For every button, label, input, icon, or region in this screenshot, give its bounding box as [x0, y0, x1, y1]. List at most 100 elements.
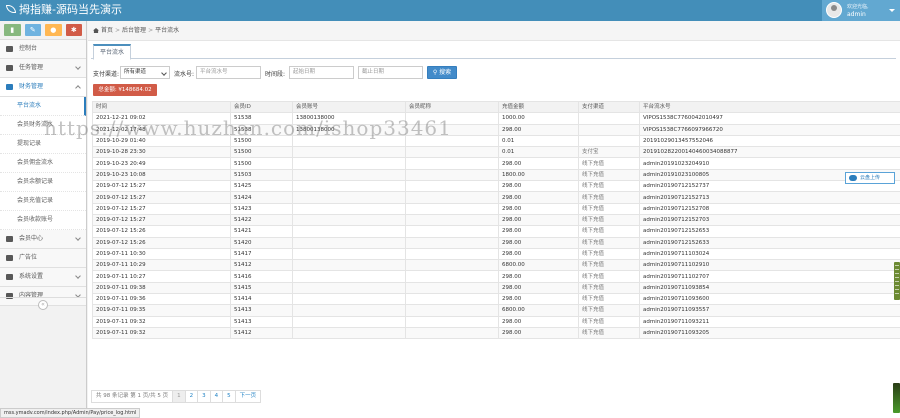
table-cell: 298.00 [498, 236, 579, 249]
table-cell: 2019-07-12 15:27 [92, 180, 231, 193]
tab-platform-flow[interactable]: 平台流水 [93, 44, 132, 60]
column-header: 会员账号 [292, 100, 406, 114]
type-label: 支付渠道: [93, 71, 120, 78]
table-cell [405, 112, 499, 125]
next-page[interactable]: 下一页 [234, 390, 262, 403]
side-widget[interactable] [893, 383, 900, 413]
table-cell: 20191029013457552046 [639, 134, 900, 148]
table-cell [405, 315, 499, 328]
time-label: 时间段: [265, 71, 286, 78]
table-row: 2019-07-12 15:27 51422 298.00 线下充值 admin2019… [92, 213, 900, 227]
sidebar-sub-accounts[interactable]: 会员收款账号 [0, 211, 86, 230]
table-cell: 2019-07-12 15:27 [92, 202, 231, 215]
table-cell: 线下充值 [578, 225, 640, 238]
table-cell: 298.00 [498, 191, 579, 204]
side-toolbar-handle[interactable] [894, 262, 900, 300]
sidebar-shortcuts: ▮ ✎ ● ✱ [0, 21, 86, 40]
table-cell: 51420 [230, 236, 293, 249]
table-cell: 51500 [230, 134, 293, 148]
table-cell [405, 281, 499, 295]
table-row: 2019-07-12 15:27 51423 298.00 线下充值 admin2019… [92, 202, 900, 215]
table-cell: 线下充值 [578, 168, 640, 182]
order-input[interactable]: 平台流水号 [196, 66, 261, 79]
table-cell: admin20191023204910 [639, 157, 900, 170]
table-cell [292, 134, 406, 148]
sidebar-sub-balance[interactable]: 会员余额记录 [0, 173, 86, 192]
table-cell [292, 326, 406, 340]
table-cell: 1800.00 [498, 168, 579, 182]
brand[interactable]: 拇指赚-源码当先演示 [6, 3, 122, 17]
column-header: 支付渠道 [578, 100, 640, 114]
table-row: 2019-07-12 15:26 51421 298.00 线下充值 admin2019… [92, 225, 900, 238]
sidebar-item-dashboard[interactable]: 控制台 [0, 40, 86, 59]
caret-down-icon [889, 9, 895, 12]
table-cell: 51500 [230, 146, 293, 159]
table-cell: 51414 [230, 293, 293, 306]
search-button[interactable]: ⚲ 搜索 [427, 66, 457, 79]
table-cell: 0.01 [498, 134, 579, 148]
page-5[interactable]: 5 [222, 390, 236, 403]
sidebar-item-members[interactable]: 会员中心 [0, 230, 86, 249]
user-menu[interactable]: 欢迎光临, admin [822, 0, 900, 21]
table-cell: 线下充值 [578, 191, 640, 204]
table-row: 2019-07-11 10:30 51417 298.00 线下充值 admin2019… [92, 247, 900, 261]
channel-select[interactable]: 所有渠道 [120, 66, 170, 79]
table-row: 2019-07-11 09:35 51413 6800.00 线下充值 admin201… [92, 304, 900, 317]
sidebar-sub-platform-flow[interactable]: 平台流水 [0, 97, 86, 116]
page-4[interactable]: 4 [209, 390, 224, 403]
table-cell: 2019-07-12 15:27 [92, 213, 231, 227]
users-icon[interactable]: ● [45, 24, 62, 36]
table-cell [405, 191, 499, 204]
cogs-icon[interactable]: ✱ [65, 24, 82, 36]
start-date-input[interactable]: 起始日期 [289, 66, 354, 79]
page-1[interactable]: 1 [172, 390, 186, 403]
table-cell: 2019-07-11 09:36 [92, 293, 231, 306]
table-cell: 298.00 [498, 315, 579, 328]
table-cell: admin20190712152713 [639, 191, 900, 204]
filter-form: 支付渠道: 所有渠道 流水号: 平台流水号 时间段: 起始日期 截止日期 ⚲ 搜… [93, 66, 893, 80]
chevron-up-icon [75, 85, 81, 91]
table-cell [405, 213, 499, 227]
table-cell: 298.00 [498, 123, 579, 136]
pagination-info: 共 98 条记录 第 1 页/共 5 页 [91, 390, 174, 403]
table-cell: 298.00 [498, 270, 579, 283]
sidebar-sub-commission[interactable]: 会员佣金流水 [0, 154, 86, 173]
sidebar-sub-member-finance[interactable]: 会员财务流水 [0, 116, 86, 135]
pencil-icon[interactable]: ✎ [24, 24, 41, 36]
breadcrumb-section[interactable]: 后台管理 [122, 27, 146, 34]
table-cell [405, 326, 499, 340]
table-cell [405, 247, 499, 261]
table-cell [292, 157, 406, 170]
table-cell: admin20190711093211 [639, 315, 900, 328]
table-cell [405, 259, 499, 272]
end-date-input[interactable]: 截止日期 [358, 66, 423, 79]
sidebar-item-settings[interactable]: 系统设置 [0, 268, 86, 287]
cloud-upload-button[interactable]: 云盘上传 [845, 172, 895, 184]
table-cell: 线下充值 [578, 213, 640, 227]
sidebar-sub-recharge[interactable]: 会员充值记录 [0, 192, 86, 211]
breadcrumb-home[interactable]: 首页 [101, 27, 113, 34]
table-cell [292, 213, 406, 227]
table-cell [405, 146, 499, 159]
sidebar-sub-withdraw[interactable]: 提现记录 [0, 135, 86, 154]
main-content: 首页 > 后台管理 > 平台流水 平台流水 支付渠道: 所有渠道 流水号: 平台流水号 … [88, 21, 900, 418]
table-row: 2019-07-11 10:29 51412 6800.00 线下充值 admin201… [92, 259, 900, 272]
user-welcome: 欢迎光临, [847, 4, 869, 10]
chart-icon[interactable]: ▮ [4, 24, 21, 36]
sidebar-item-tasks[interactable]: 任务管理 [0, 59, 86, 78]
page-3[interactable]: 3 [197, 390, 211, 403]
table-row: 2019-07-11 09:32 51412 298.00 线下充值 admin2019… [92, 326, 900, 340]
sidebar-item-finance[interactable]: 财务管理 [0, 78, 86, 97]
table-cell: 2019-07-11 09:32 [92, 326, 231, 340]
table-cell [405, 168, 499, 182]
column-header: 会员ID [230, 100, 293, 114]
table-cell: 2019-07-12 15:27 [92, 191, 231, 204]
table-cell: 51421 [230, 225, 293, 238]
page-2[interactable]: 2 [184, 390, 199, 403]
sidebar-collapse[interactable]: « [0, 297, 86, 311]
user-icon [6, 236, 13, 242]
sidebar-item-ads[interactable]: 广告位 [0, 249, 86, 268]
table-cell: 1000.00 [498, 112, 579, 125]
table-cell [578, 123, 640, 136]
table-row: 2019-10-29 01:40 51500 0.01 201910290134575… [92, 134, 900, 148]
